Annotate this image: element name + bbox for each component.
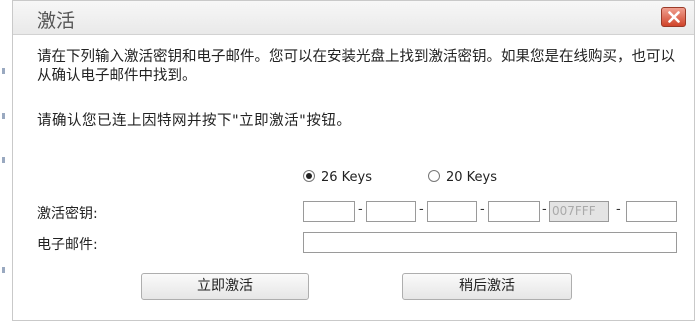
radio-20-keys-label: 20 Keys [446, 170, 498, 185]
activate-later-button[interactable]: 稍后激活 [402, 273, 572, 300]
key-separator: - [542, 202, 547, 217]
radio-20-keys[interactable]: 20 Keys [428, 170, 497, 185]
email-field[interactable] [303, 232, 677, 253]
radio-button[interactable] [428, 170, 440, 182]
key-separator: - [419, 202, 424, 217]
key-field-6[interactable] [626, 201, 677, 222]
radio-26-keys-label: 26 Keys [321, 170, 373, 185]
key-separator: - [616, 202, 621, 217]
dialog-title: 激活 [37, 10, 76, 32]
key-label: 激活密钥: [37, 206, 98, 222]
close-button[interactable] [661, 7, 686, 27]
key-field-5-fixed: 007FFF [549, 201, 609, 222]
edge-marker [2, 68, 5, 74]
close-icon [668, 11, 680, 23]
edge-marker [2, 267, 5, 273]
key-field-3[interactable] [427, 201, 477, 222]
key-field-1[interactable] [303, 201, 355, 222]
activate-now-button[interactable]: 立即激活 [141, 273, 309, 300]
key-field-2[interactable] [366, 201, 416, 222]
instruction-text: 请确认您已连上因特网并按下"立即激活"按钮。 [37, 113, 352, 129]
edge-marker [2, 113, 5, 119]
title-bar[interactable]: 激活 [13, 1, 694, 35]
key-field-4[interactable] [488, 201, 540, 222]
description-text: 请在下列输入激活密钥和电子邮件。您可以在安装光盘上找到激活密钥。如果您是在线购买… [37, 49, 675, 84]
radio-26-keys[interactable]: 26 Keys [303, 170, 372, 185]
radio-button-checked[interactable] [303, 170, 315, 182]
activation-dialog: 激活 请在下列输入激活密钥和电子邮件。您可以在安装光盘上找到激活密钥。如果您是在… [12, 0, 695, 321]
key-separator: - [480, 202, 485, 217]
email-label: 电子邮件: [37, 237, 98, 253]
edge-marker [2, 157, 5, 163]
key-separator: - [358, 202, 363, 217]
